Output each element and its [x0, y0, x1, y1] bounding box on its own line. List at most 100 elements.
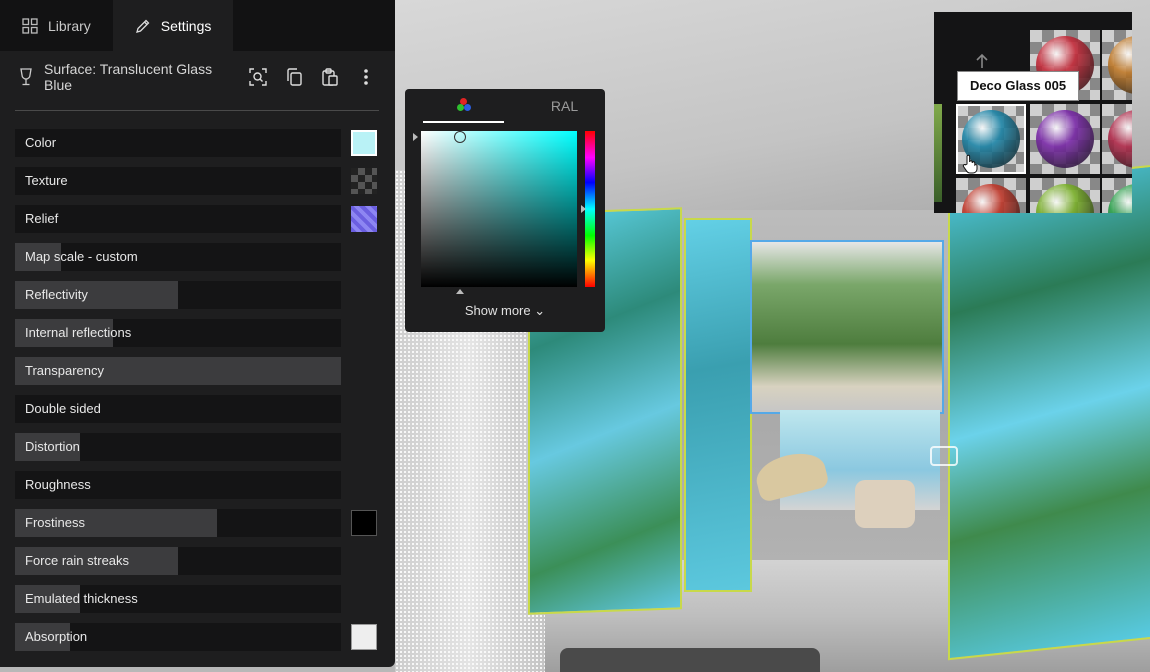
material-thumbnail[interactable] [1030, 104, 1100, 174]
saturation-value-field[interactable] [421, 131, 577, 287]
material-thumbnail[interactable] [1102, 104, 1132, 174]
property-slider[interactable]: Color [15, 129, 341, 157]
show-more-button[interactable]: Show more ⌄ [405, 303, 605, 319]
paste-button[interactable] [317, 64, 343, 90]
property-label: Distortion [25, 439, 80, 454]
paste-icon [322, 68, 338, 86]
property-slider[interactable]: Distortion [15, 433, 341, 461]
property-label: Texture [25, 173, 68, 188]
tab-rgb[interactable] [423, 89, 504, 123]
color-picker-popup: RAL Show more ⌄ [405, 89, 605, 332]
property-label: Relief [25, 211, 59, 226]
property-slider[interactable]: Reflectivity [15, 281, 341, 309]
property-row: Internal reflections [15, 319, 380, 347]
property-label: Emulated thickness [25, 591, 138, 606]
color-swatch[interactable] [351, 130, 377, 156]
property-slider[interactable]: Double sided [15, 395, 341, 423]
value-pointer [413, 133, 418, 141]
more-vertical-icon [364, 69, 368, 85]
garden-view [750, 240, 944, 414]
property-row: Double sided [15, 395, 380, 423]
material-thumbnail[interactable] [1030, 178, 1100, 213]
glass-sphere [1036, 110, 1094, 168]
property-label: Roughness [25, 477, 91, 492]
rgb-circles-icon [456, 98, 471, 112]
tab-library-label: Library [48, 17, 91, 34]
property-slider[interactable]: Roughness [15, 471, 341, 499]
hue-pointer [581, 205, 586, 213]
property-slider[interactable]: Emulated thickness [15, 585, 341, 613]
glass-sphere [1108, 110, 1132, 168]
property-row: Absorption [15, 623, 380, 651]
panel-tabs: Library Settings [0, 0, 395, 51]
property-label: Force rain streaks [25, 553, 130, 568]
rocking-horse [855, 480, 915, 528]
material-thumbnail[interactable] [1102, 30, 1132, 100]
property-label: Absorption [25, 629, 88, 644]
property-row: Transparency [15, 357, 380, 385]
glass-sphere [1108, 184, 1132, 213]
tab-ral[interactable]: RAL [524, 89, 605, 123]
saturation-pointer [456, 289, 464, 294]
divider [15, 110, 379, 111]
surface-title: Surface: Translucent Glass Blue [44, 61, 213, 93]
settings-panel: Library Settings Surface: Translucent Gl… [0, 0, 395, 667]
property-slider[interactable]: Map scale - custom [15, 243, 341, 271]
tab-settings[interactable]: Settings [112, 0, 234, 51]
property-label: Reflectivity [25, 287, 88, 302]
black-swatch[interactable] [351, 510, 377, 536]
property-label: Internal reflections [25, 325, 132, 340]
selection-reticle [930, 446, 958, 466]
wine-glass-icon [20, 68, 32, 86]
property-slider[interactable]: Texture [15, 167, 341, 195]
picker-tabs: RAL [405, 89, 605, 123]
hue-slider[interactable] [585, 131, 595, 287]
property-slider[interactable]: Transparency [15, 357, 341, 385]
arrow-up-icon [976, 53, 988, 68]
copy-icon [287, 68, 302, 86]
hand-cursor-icon [962, 154, 978, 174]
glass-panel-narrow[interactable] [684, 218, 752, 592]
search-icon [249, 68, 267, 86]
surface-header: Surface: Translucent Glass Blue [0, 51, 395, 103]
glass-sphere [1036, 184, 1094, 213]
property-label: Map scale - custom [25, 249, 138, 264]
property-list: Color Texture Relief Map scale - custom Refl… [0, 129, 395, 651]
sv-marker[interactable] [454, 131, 466, 143]
property-label: Frostiness [25, 515, 85, 530]
property-row: Emulated thickness [15, 585, 380, 613]
material-thumbnail[interactable] [1102, 178, 1132, 213]
glass-sphere [1108, 36, 1132, 94]
material-tooltip: Deco Glass 005 [957, 71, 1079, 101]
property-label: Double sided [25, 401, 101, 416]
property-slider[interactable]: Frostiness [15, 509, 341, 537]
pencil-icon [135, 19, 150, 33]
glass-sphere [962, 184, 1020, 213]
property-row: Reflectivity [15, 281, 380, 309]
property-row: Force rain streaks [15, 547, 380, 575]
property-row: Roughness [15, 471, 380, 499]
property-row: Distortion [15, 433, 380, 461]
material-thumbnail[interactable] [956, 178, 1026, 213]
relief-swatch[interactable] [351, 206, 377, 232]
property-slider[interactable]: Absorption [15, 623, 341, 651]
property-row: Relief [15, 205, 380, 233]
property-label: Color [25, 135, 57, 150]
property-row: Texture [15, 167, 380, 195]
tab-settings-label: Settings [160, 17, 212, 34]
property-slider[interactable]: Internal reflections [15, 319, 341, 347]
absorb-swatch[interactable] [351, 624, 377, 650]
glass-panel-right[interactable] [948, 163, 1150, 661]
property-row: Map scale - custom [15, 243, 380, 271]
property-slider[interactable]: Relief [15, 205, 341, 233]
copy-button[interactable] [281, 64, 307, 90]
property-label: Transparency [25, 363, 104, 378]
property-slider[interactable]: Force rain streaks [15, 547, 341, 575]
search-button[interactable] [245, 64, 271, 90]
more-options-button[interactable] [353, 64, 379, 90]
property-row: Color [15, 129, 380, 157]
tab-library[interactable]: Library [0, 0, 113, 51]
texture-swatch[interactable] [351, 168, 377, 194]
property-row: Frostiness [15, 509, 380, 537]
sofa [560, 648, 820, 672]
